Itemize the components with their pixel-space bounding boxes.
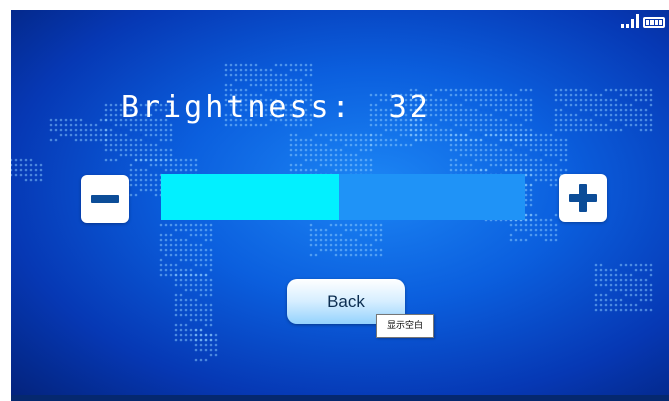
brightness-slider-fill — [161, 174, 340, 220]
brightness-label: Brightness: — [121, 90, 353, 125]
increase-brightness-button[interactable] — [559, 174, 607, 222]
brightness-value: 32 — [388, 90, 431, 125]
battery-icon — [643, 17, 665, 28]
decrease-brightness-button[interactable] — [81, 175, 129, 223]
tooltip: 显示空白 — [376, 314, 435, 338]
brightness-screen: Brightness: 32 Back 显示空白 — [11, 10, 669, 401]
bottom-strip — [11, 395, 669, 401]
status-bar — [621, 14, 665, 28]
brightness-slider[interactable] — [161, 174, 525, 220]
signal-bars-icon — [621, 14, 639, 28]
plus-icon — [569, 184, 597, 212]
minus-icon — [91, 185, 119, 213]
back-button-label: Back — [327, 291, 365, 311]
brightness-heading: Brightness: 32 — [121, 84, 481, 132]
